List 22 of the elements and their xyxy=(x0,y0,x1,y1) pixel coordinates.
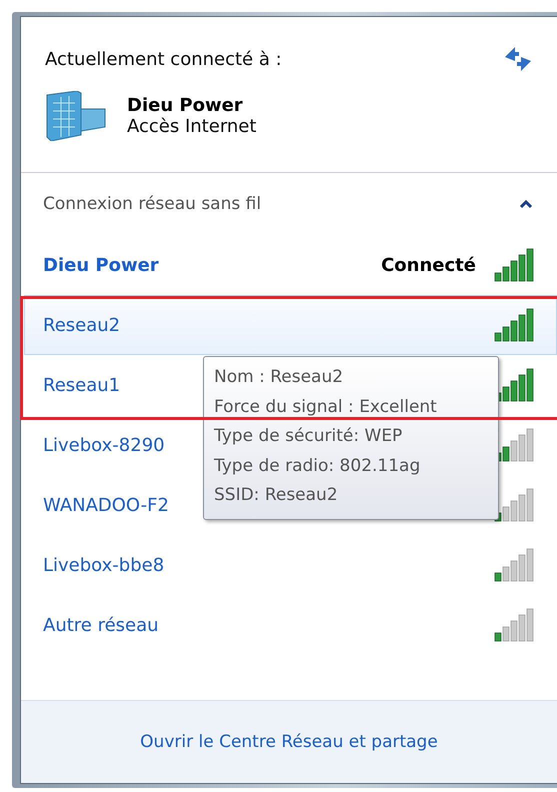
tooltip-line: Type de sécurité: WEP xyxy=(214,425,404,448)
network-name[interactable]: Autre réseau xyxy=(43,614,159,636)
tooltip-line: Type de radio: 802.11ag xyxy=(214,454,422,478)
header-title: Actuellement connecté à : xyxy=(45,48,282,70)
network-name[interactable]: Livebox-8290 xyxy=(43,434,165,456)
access-status: Accès Internet xyxy=(127,116,256,137)
network-center-link[interactable]: Ouvrir le Centre Réseau et partage xyxy=(140,732,438,752)
tooltip-line: Nom : Reseau2 xyxy=(214,366,344,389)
network-row-highlight[interactable]: Reseau2 xyxy=(24,295,557,355)
tooltip-line: SSID: Reseau2 xyxy=(214,484,339,507)
network-name[interactable]: Dieu Power xyxy=(43,254,159,276)
network-name[interactable]: WANADOO-F2 xyxy=(43,494,169,516)
chevron-up-icon[interactable] xyxy=(519,199,533,209)
tooltip-line: Force du signal : Excellent xyxy=(214,396,438,418)
network-name[interactable]: Livebox-bbe8 xyxy=(43,554,164,576)
building-icon xyxy=(45,91,107,141)
connected-network-name: Dieu Power xyxy=(127,95,244,116)
refresh-arrows-icon[interactable] xyxy=(503,45,533,73)
section-title: Connexion réseau sans fil xyxy=(43,194,262,214)
network-name[interactable]: Reseau1 xyxy=(43,374,120,396)
network-name[interactable]: Reseau2 xyxy=(43,314,120,336)
connection-status: Connecté xyxy=(381,254,476,276)
